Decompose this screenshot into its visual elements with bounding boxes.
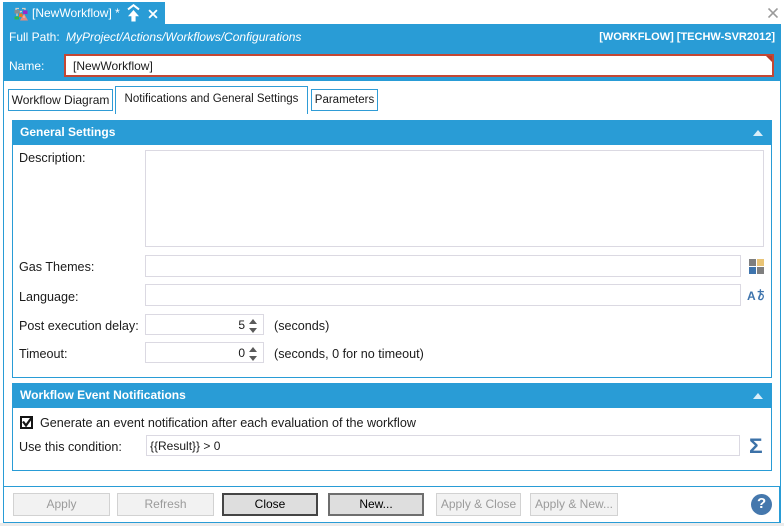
svg-text:A: A	[747, 289, 756, 302]
